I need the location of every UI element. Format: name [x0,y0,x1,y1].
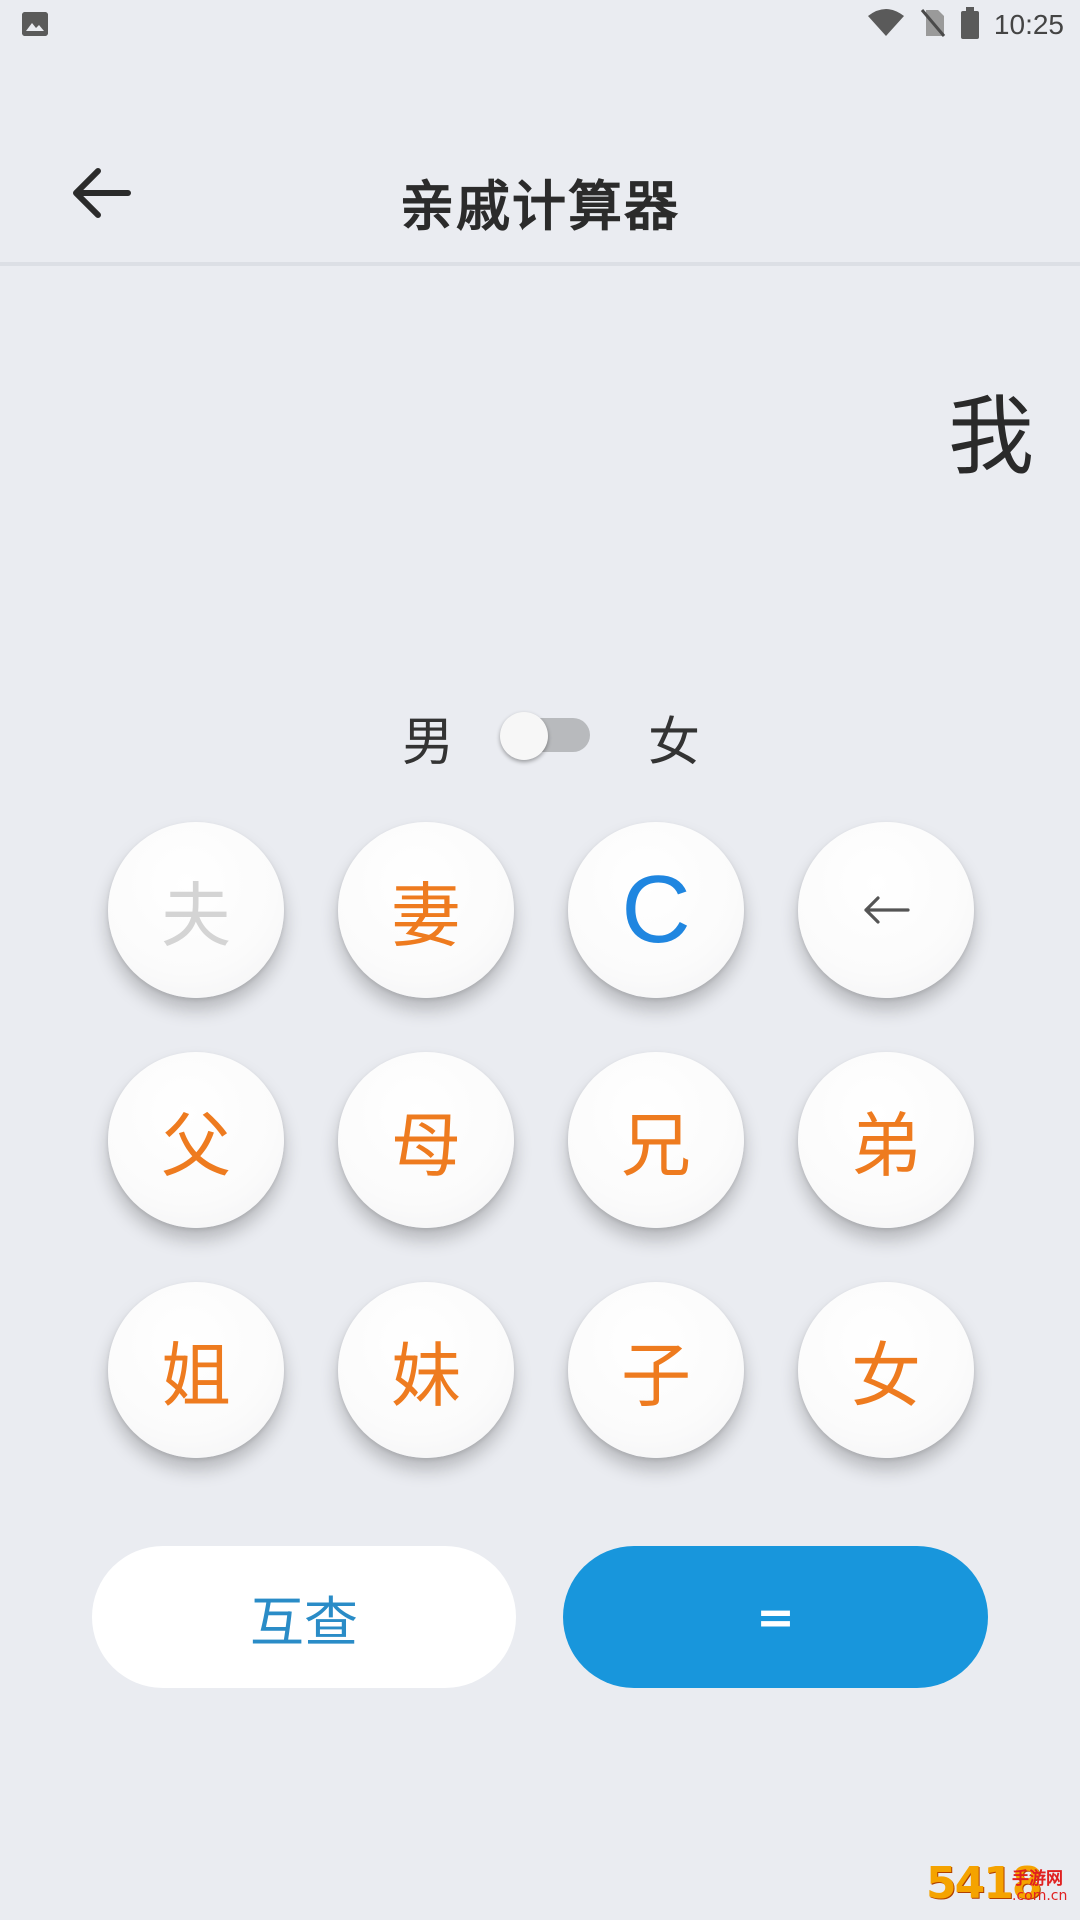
mutual-lookup-button[interactable]: 互查 [92,1546,516,1688]
header-divider [0,262,1080,266]
key-older-sister[interactable]: 姐 [108,1282,284,1458]
wifi-icon [866,8,906,42]
status-time: 10:25 [993,9,1064,40]
gender-male-label[interactable]: 男 [402,700,454,775]
key-daughter[interactable]: 女 [798,1282,974,1458]
battery-icon [960,7,980,43]
toggle-thumb [500,712,548,760]
watermark-domain: .com.cn [1012,1888,1068,1904]
key-son[interactable]: 子 [568,1282,744,1458]
gallery-icon [22,12,48,36]
app-header: 亲戚计算器 [0,120,1080,270]
page-title: 亲戚计算器 [400,175,680,238]
key-younger-sister[interactable]: 妹 [338,1282,514,1458]
key-older-brother[interactable]: 兄 [568,1052,744,1228]
no-sim-icon [920,8,946,42]
relation-display: 我 [948,387,1034,487]
backspace-arrow-icon [864,896,910,924]
watermark-logo: 5418 手游网 .com.cn [926,1858,1076,1916]
gender-toggle[interactable] [500,708,592,760]
watermark-site: 手游网 [1012,1869,1063,1889]
key-father[interactable]: 父 [108,1052,284,1228]
equals-button[interactable]: = [563,1546,988,1688]
status-bar: 10:25 [0,0,1080,50]
key-wife[interactable]: 妻 [338,822,514,998]
gender-selector: 男 女 [0,690,1080,773]
key-husband[interactable]: 夫 [108,822,284,998]
gender-female-label[interactable]: 女 [648,700,700,775]
backspace-button[interactable] [798,822,974,998]
status-icons: 10:25 [866,6,1064,44]
clear-button[interactable]: C [568,822,744,998]
key-mother[interactable]: 母 [338,1052,514,1228]
key-younger-brother[interactable]: 弟 [798,1052,974,1228]
